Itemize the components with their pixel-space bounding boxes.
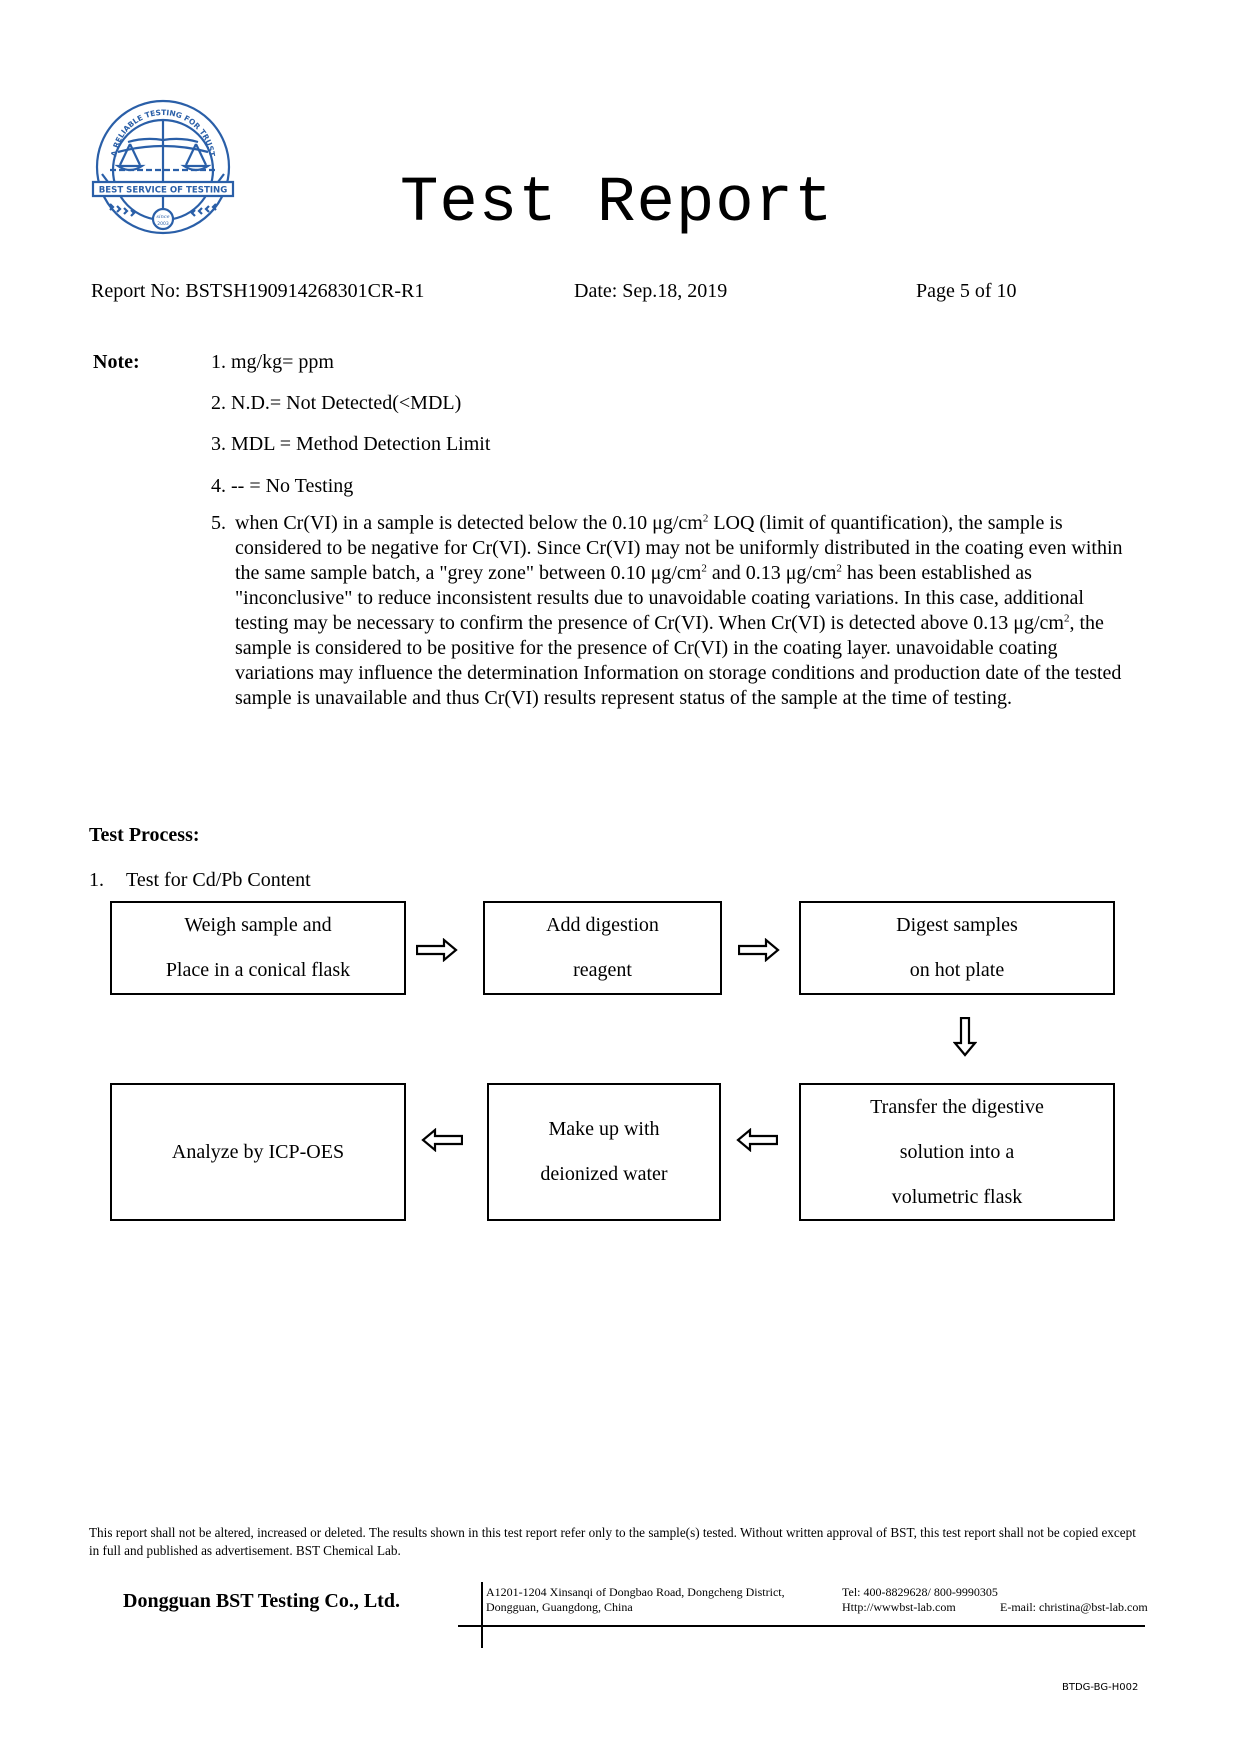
- flow-box-text: solution into a: [899, 1140, 1015, 1163]
- flow-box-text: deionized water: [540, 1163, 668, 1185]
- note-item: 3. MDL = Method Detection Limit: [211, 433, 491, 455]
- logo-since-label: since: [156, 214, 169, 220]
- disclaimer-text: This report shall not be altered, increa…: [89, 1525, 1136, 1558]
- down-arrow-icon: [953, 1017, 977, 1057]
- left-arrow-icon: [736, 1128, 778, 1152]
- flow-box-add-digestion-reagent: Add digestion reagent: [483, 901, 722, 995]
- footer-horizontal-divider: [458, 1625, 1145, 1627]
- note-paragraph: when Cr(VI) in a sample is detected belo…: [235, 511, 1131, 711]
- right-arrow-icon: [738, 938, 780, 962]
- note-number: 5.: [211, 512, 226, 534]
- flow-box-text: volumetric flask: [891, 1185, 1023, 1208]
- email-link[interactable]: E-mail: christina@bst-lab.com: [1000, 1600, 1148, 1615]
- telephone: Tel: 400-8829628/ 800-9990305: [842, 1585, 998, 1599]
- flow-box-text: Transfer the digestive: [870, 1095, 1044, 1118]
- report-date: Date: Sep.18, 2019: [574, 280, 728, 302]
- note-text: when Cr(VI) in a sample is detected belo…: [235, 512, 703, 534]
- company-logo: A RELIABLE TESTING FOR TRUST BEST SERVIC…: [88, 92, 238, 242]
- flow-box-weigh-sample: Weigh sample and Place in a conical flas…: [110, 901, 406, 995]
- address-line-2: Dongguan, Guangdong, China: [486, 1600, 633, 1614]
- note-item: 2. N.D.= Not Detected(<MDL): [211, 392, 462, 414]
- flow-box-transfer-solution: Transfer the digestive solution into a v…: [799, 1083, 1115, 1221]
- page-indicator: Page 5 of 10: [916, 280, 1017, 302]
- form-code: BTDG-BG-H002: [1062, 1682, 1139, 1693]
- flow-box-text: Digest samples: [896, 914, 1018, 936]
- website-link[interactable]: Http://wwwbst-lab.com: [842, 1600, 956, 1615]
- note-item-cr-vi: 5. when Cr(VI) in a sample is detected b…: [211, 511, 1131, 711]
- right-arrow-icon: [416, 938, 458, 962]
- footer-vertical-divider: [481, 1582, 483, 1648]
- logo-banner-text: BEST SERVICE OF TESTING: [99, 186, 228, 196]
- flow-box-text: Add digestion: [546, 914, 659, 936]
- flow-box-text: Analyze by ICP-OES: [171, 1140, 345, 1163]
- note-label: Note:: [93, 351, 140, 373]
- address-line-1: A1201-1204 Xinsanqi of Dongbao Road, Don…: [486, 1585, 785, 1599]
- test-process-heading: Test Process:: [89, 824, 200, 846]
- scales-of-justice-icon: A RELIABLE TESTING FOR TRUST BEST SERVIC…: [91, 99, 235, 235]
- flow-box-text: on hot plate: [909, 959, 1005, 981]
- step-title: Test for Cd/Pb Content: [126, 869, 311, 891]
- note-item: 4. -- = No Testing: [211, 475, 354, 497]
- flow-box-make-up-water: Make up with deionized water: [487, 1083, 721, 1221]
- company-name: Dongguan BST Testing Co., Ltd.: [123, 1590, 400, 1612]
- flow-box-text: Weigh sample and: [184, 914, 332, 936]
- flow-box-text: Place in a conical flask: [165, 959, 351, 981]
- note-text: and 0.13 μg/cm: [706, 562, 837, 584]
- note-item: 1. mg/kg= ppm: [211, 351, 334, 373]
- flow-box-analyze-icp-oes: Analyze by ICP-OES: [110, 1083, 406, 1221]
- flow-box-digest-samples: Digest samples on hot plate: [799, 901, 1115, 995]
- logo-since-year: 2003: [157, 221, 169, 227]
- left-arrow-icon: [421, 1128, 463, 1152]
- flow-box-text: Make up with: [548, 1118, 660, 1140]
- report-number: Report No: BSTSH190914268301CR-R1: [91, 280, 425, 302]
- step-number: 1.: [89, 869, 104, 891]
- flow-box-text: reagent: [573, 959, 632, 981]
- page-title: Test Report: [400, 168, 834, 240]
